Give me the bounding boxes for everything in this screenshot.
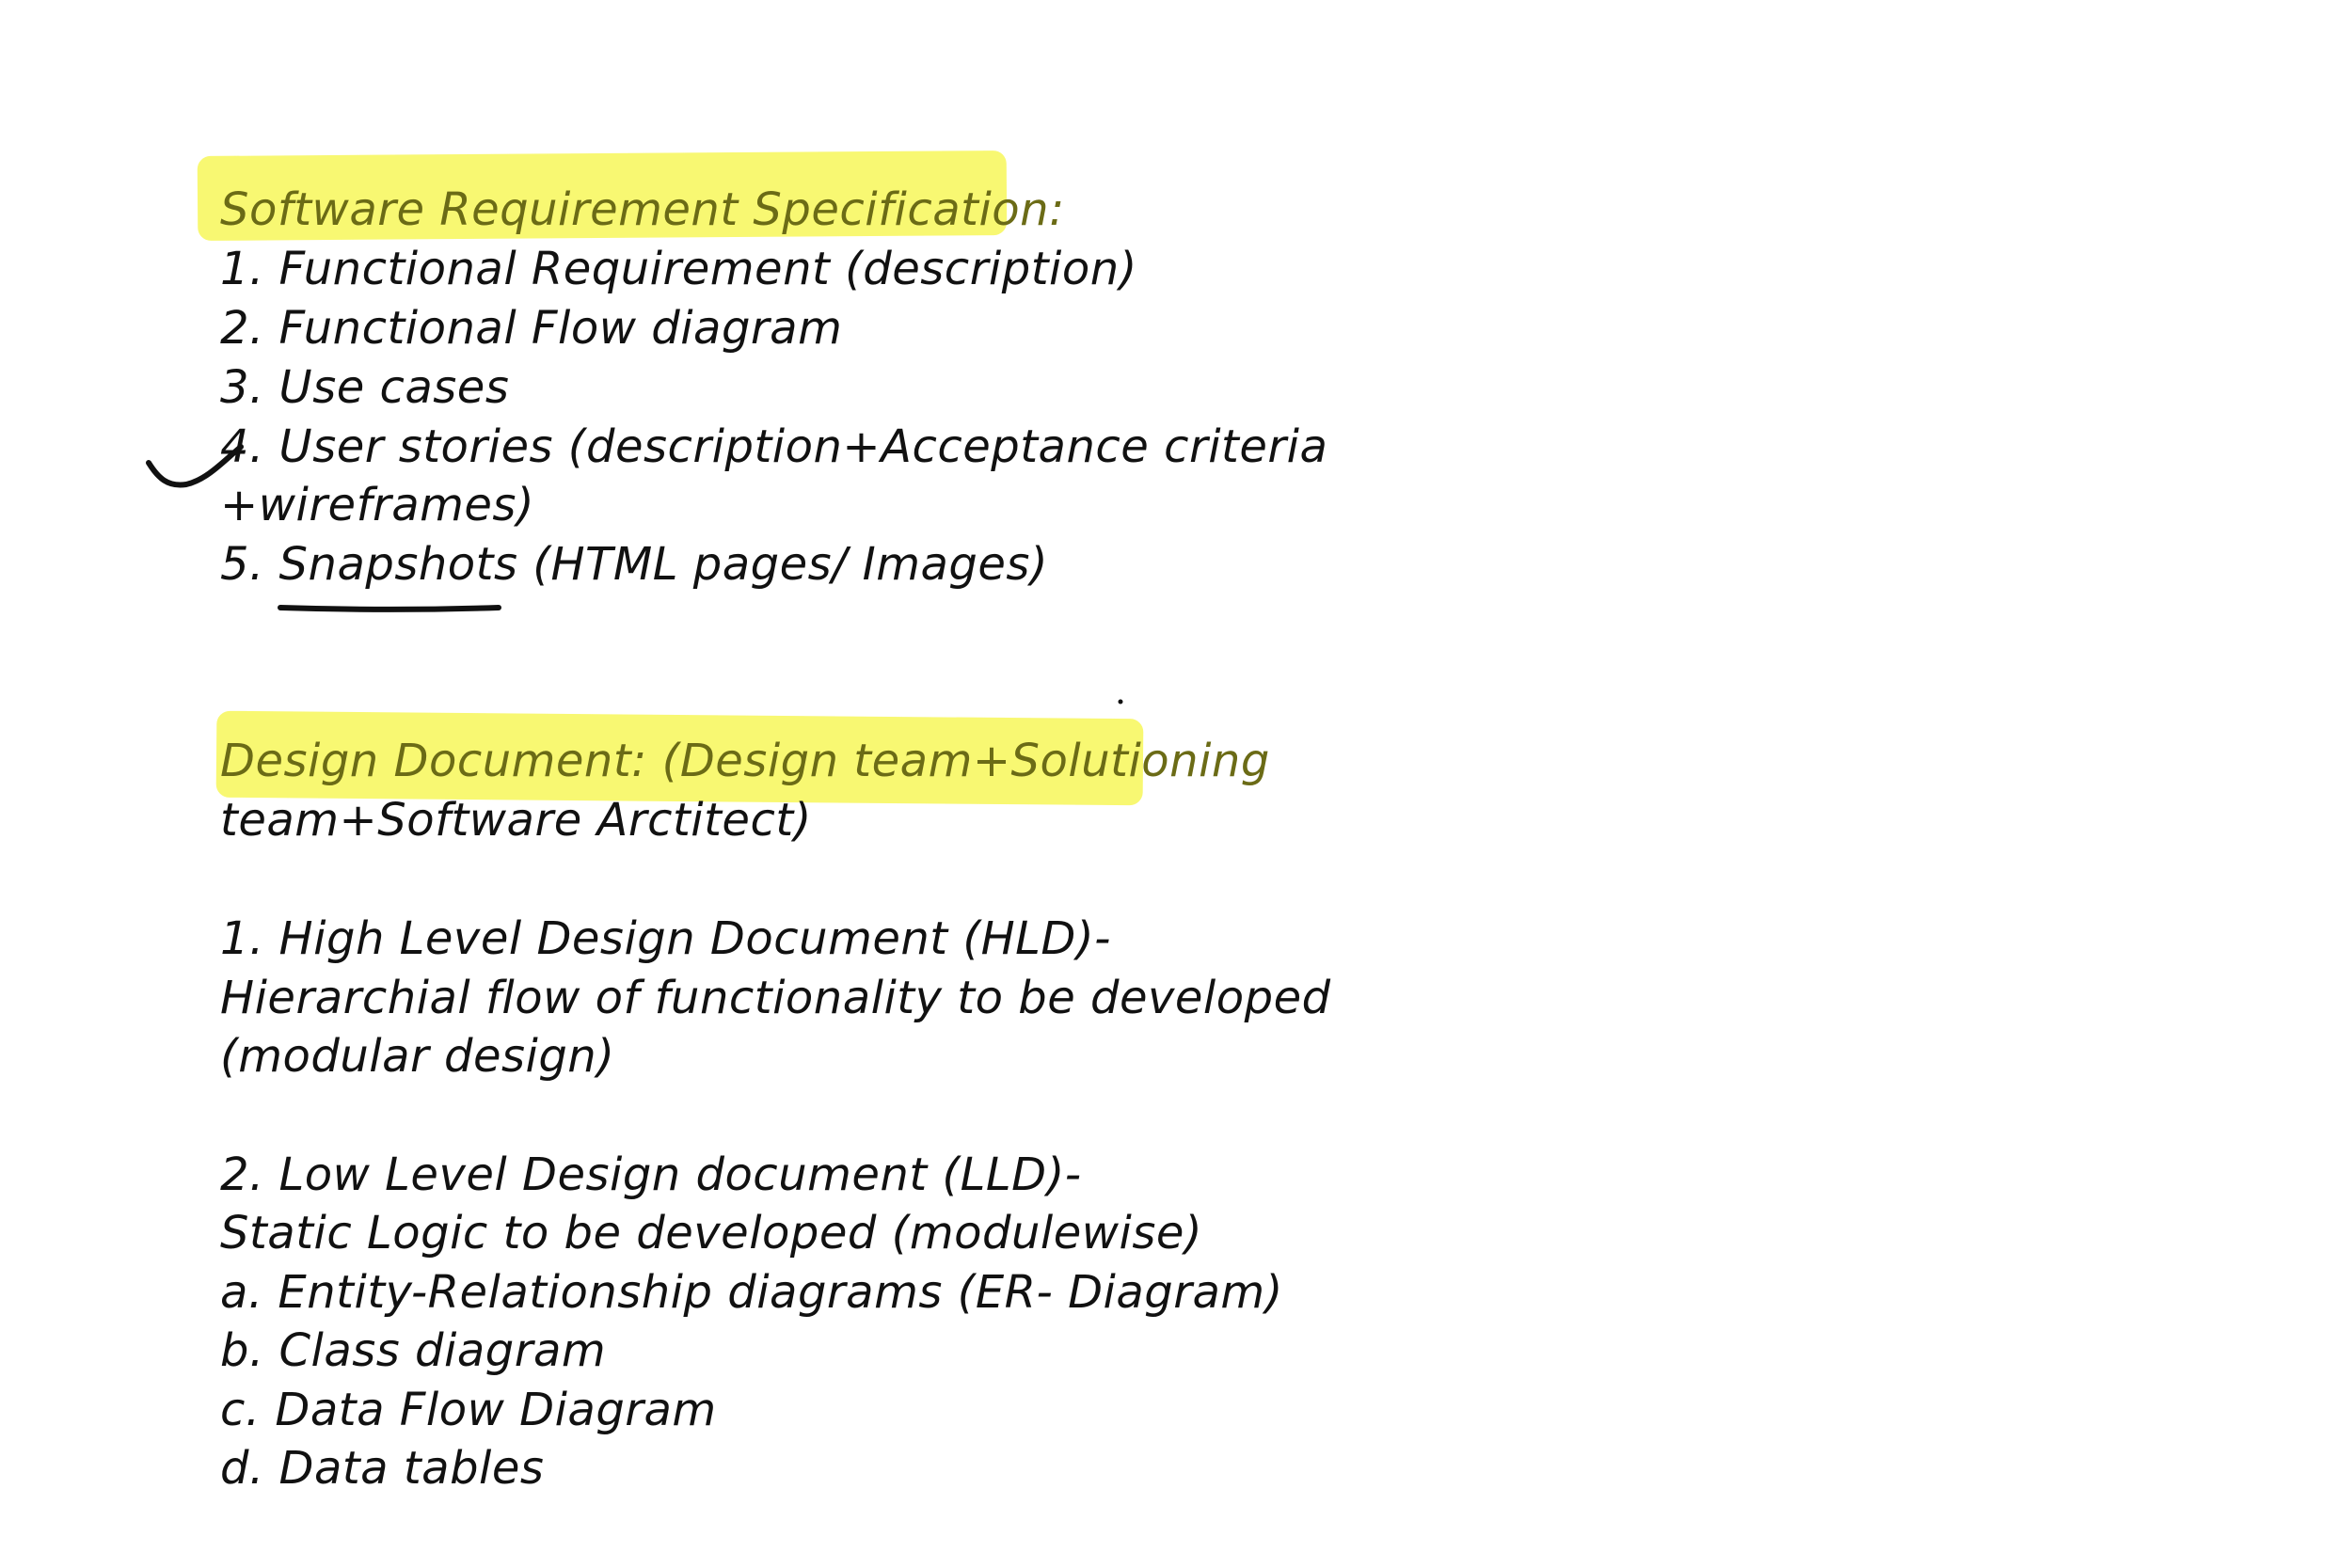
srs-item: 4. User stories (description+Acceptance … (220, 420, 1328, 473)
hld-line: (modular design) (220, 1030, 615, 1083)
hld-line: 1. High Level Design Document (HLD)- (220, 912, 1111, 965)
srs-heading: Software Requirement Specification: (220, 183, 1065, 236)
srs-item: +wireframes) (220, 479, 535, 531)
lld-line: 2. Low Level Design document (LLD)- (220, 1148, 1082, 1201)
ink-dot (1118, 699, 1123, 705)
design-heading-continued: team+Software Arctitect) (220, 794, 812, 847)
note-page: Software Requirement Specification: 1. F… (0, 0, 2352, 1568)
srs-item: 2. Functional Flow diagram (220, 302, 843, 355)
hld-line: Hierarchial flow of functionality to be … (220, 972, 1331, 1024)
lld-line: c. Data Flow Diagram (220, 1384, 717, 1436)
srs-item: 3. Use cases (220, 361, 510, 414)
design-heading: Design Document: (Design team+Solutionin… (220, 735, 1270, 787)
lld-line: a. Entity-Relationship diagrams (ER- Dia… (220, 1266, 1283, 1319)
snapshots-underline (278, 605, 501, 612)
srs-item: 1. Functional Requirement (description) (220, 243, 1137, 295)
lld-line: d. Data tables (220, 1442, 545, 1495)
srs-item: 5. Snapshots (HTML pages/ Images) (220, 538, 1049, 591)
lld-line: b. Class diagram (220, 1324, 607, 1377)
lld-line: Static Logic to be developed (modulewise… (220, 1207, 1203, 1259)
